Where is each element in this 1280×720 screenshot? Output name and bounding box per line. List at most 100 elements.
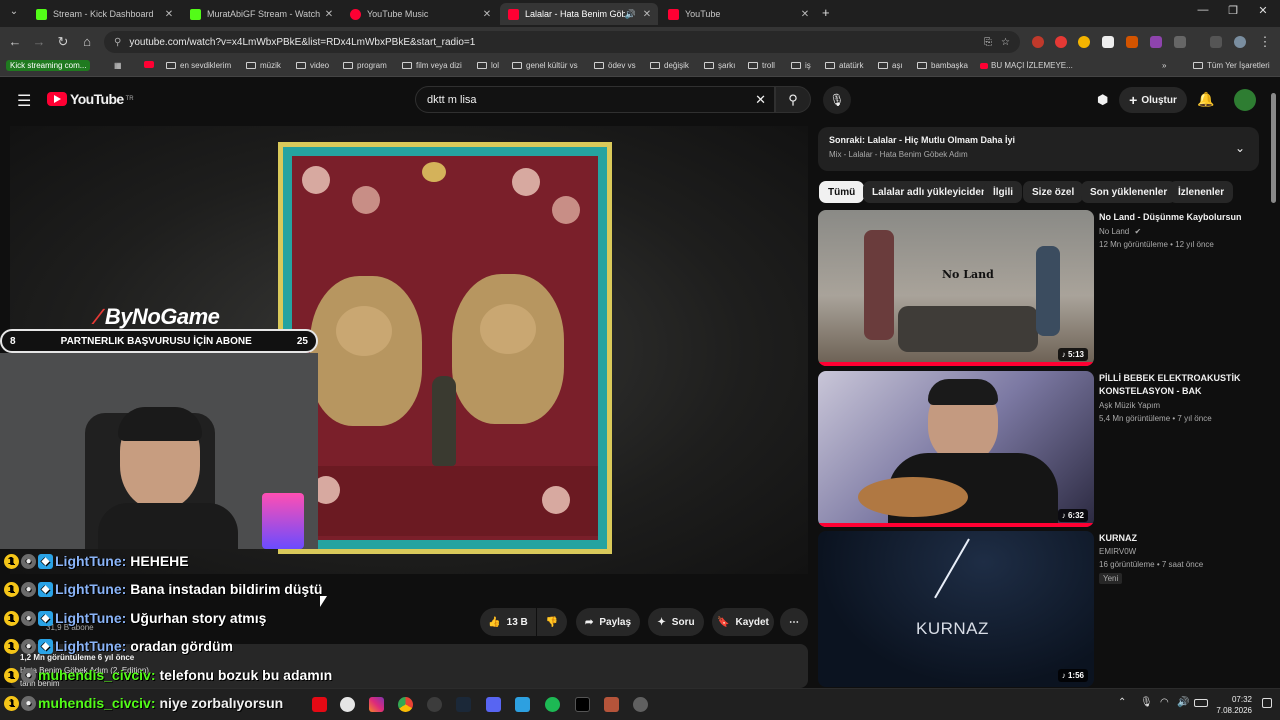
like-button[interactable]: 👍 13 B (480, 608, 536, 636)
wifi-icon[interactable]: ◠ (1160, 697, 1169, 708)
bookmark-folder[interactable]: aşı (878, 61, 903, 70)
microphone-tray-icon[interactable]: 🎙 (1140, 697, 1153, 708)
tray-chevron-icon[interactable]: ⌃ (1118, 697, 1126, 708)
extension-icon[interactable] (1055, 36, 1067, 48)
video-thumbnail[interactable]: ♪ 6:32 (818, 371, 1094, 527)
app-icon[interactable] (604, 697, 619, 712)
video-thumbnail[interactable]: KURNAZ ♪ 1:56 (818, 531, 1094, 687)
discord-icon[interactable] (486, 697, 501, 712)
window-close-button[interactable]: ✕ (1248, 4, 1278, 17)
bookmark-folder[interactable]: troll (748, 61, 775, 70)
chip-for-you[interactable]: Size özel (1023, 181, 1084, 203)
x-icon[interactable] (575, 697, 590, 712)
bookmark-folder[interactable]: şarkı (704, 61, 735, 70)
home-button[interactable]: ⌂ (78, 34, 96, 49)
bookmark-folder[interactable]: iş (791, 61, 811, 70)
battery-icon[interactable] (1194, 699, 1208, 707)
bookmark-folder[interactable]: lol (477, 61, 499, 70)
reload-button[interactable]: ↻ (54, 34, 72, 50)
ask-button[interactable]: ✦ Soru (648, 608, 704, 636)
chip-from-uploader[interactable]: Lalalar adlı yükleyiciden (863, 181, 997, 203)
chip-watched[interactable]: İzlenenler (1169, 181, 1234, 203)
clock-date[interactable]: 7.08.2026 (1212, 706, 1252, 715)
new-tab-button[interactable]: + (822, 5, 830, 20)
bookmarks-overflow-icon[interactable]: » (1162, 61, 1166, 70)
close-icon[interactable]: ✕ (798, 9, 812, 20)
close-icon[interactable]: ✕ (322, 9, 336, 20)
cast-icon[interactable]: ⬢ (1097, 92, 1108, 108)
bookmark-folder[interactable]: en sevdiklerim (166, 61, 231, 70)
video-title[interactable]: PİLLİ BEBEK ELEKTROAKUSTİK KONSTELASYON … (1099, 372, 1249, 398)
share-button[interactable]: ➦ Paylaş (576, 608, 640, 636)
address-bar[interactable]: ⚲ youtube.com/watch?v=x4LmWbxPBkE&list=R… (104, 31, 1020, 53)
save-button[interactable]: 🔖 Kaydet (712, 608, 774, 636)
channel-name[interactable]: No Land ✔ (1099, 227, 1259, 236)
chrome-icon[interactable] (398, 697, 413, 712)
extension-icon[interactable] (1102, 36, 1114, 48)
dislike-button[interactable]: 👎 (537, 608, 567, 636)
bookmark-folder[interactable]: video (296, 61, 329, 70)
instagram-icon[interactable] (369, 697, 384, 712)
chip-all[interactable]: Tümü (819, 181, 865, 203)
tab-youtube-music[interactable]: YouTube Music ✕ (342, 3, 498, 25)
extension-icon[interactable] (1078, 36, 1090, 48)
video-title[interactable]: No Land - Düşünme Kaybolursun (1099, 211, 1249, 224)
bookmark-folder[interactable]: değişik (650, 61, 689, 70)
hamburger-menu-icon[interactable]: ☰ (17, 91, 31, 111)
chip-recent[interactable]: Son yüklenenler (1081, 181, 1177, 203)
spotify-icon[interactable] (545, 697, 560, 712)
clear-search-icon[interactable]: ✕ (755, 92, 766, 108)
notifications-bell-icon[interactable]: 🔔 (1197, 91, 1214, 108)
forward-button[interactable]: → (30, 34, 48, 49)
account-avatar[interactable] (1234, 89, 1256, 111)
close-icon[interactable]: ✕ (480, 9, 494, 20)
back-button[interactable]: ← (6, 34, 24, 49)
extension-icon[interactable] (1126, 36, 1138, 48)
settings-icon[interactable] (633, 697, 648, 712)
puzzle-icon[interactable] (1174, 36, 1186, 48)
volume-icon[interactable]: 🔊 (1177, 697, 1189, 708)
up-next-panel[interactable]: Sonraki: Lalalar - Hiç Mutlu Olmam Daha … (818, 127, 1259, 171)
video-thumbnail[interactable]: No Land ♪ 5:13 (818, 210, 1094, 366)
bookmark-kick[interactable]: Kick streaming com... (6, 60, 91, 71)
bookmark-bu-maci[interactable]: BU MAÇI İZLEMEYE... (980, 61, 1073, 70)
extension-icon[interactable] (1032, 36, 1044, 48)
profile-avatar[interactable] (1234, 36, 1246, 48)
more-actions-button[interactable]: ⋯ (780, 608, 808, 636)
speaker-icon[interactable]: 🔊 (625, 9, 636, 20)
notepad-icon[interactable] (515, 697, 530, 712)
tab-youtube[interactable]: YouTube ✕ (660, 3, 816, 25)
chip-related[interactable]: İlgili (984, 181, 1022, 203)
clock-time[interactable]: 07:32 (1226, 695, 1252, 704)
voice-search-button[interactable]: 🎙 (823, 86, 851, 114)
search-input[interactable]: dktt m lisa ✕ (415, 86, 775, 113)
netflix-icon[interactable] (312, 697, 327, 712)
tab-kick-dashboard[interactable]: Stream - Kick Dashboard ✕ (28, 3, 180, 25)
bookmark-folder[interactable]: ödev vs (594, 61, 636, 70)
apps-grid-icon[interactable]: ▦ (114, 61, 122, 70)
tab-muratabigf-stream[interactable]: MuratAbiGF Stream - Watch Live ✕ (182, 3, 340, 25)
bookmark-all[interactable]: Tüm Yer İşaretleri (1193, 61, 1270, 70)
youtube-logo[interactable]: YouTube TR (47, 91, 134, 107)
tab-lalalar-active[interactable]: Lalalar - Hata Benim Göbek Adım 🔊 ✕ (500, 3, 658, 25)
steam-icon[interactable] (456, 697, 471, 712)
obs-icon[interactable] (427, 697, 442, 712)
close-icon[interactable]: ✕ (640, 9, 654, 20)
search-button[interactable]: ⚲ (775, 86, 811, 113)
page-scrollbar[interactable] (1270, 85, 1277, 685)
maximize-button[interactable]: ❐ (1218, 4, 1248, 17)
reading-list-icon[interactable] (1210, 36, 1222, 48)
bookmark-folder[interactable]: bambaşka (917, 61, 968, 70)
tab-search-icon[interactable]: ⌄ (6, 6, 22, 22)
channel-name[interactable]: Aşk Müzik Yapım (1099, 401, 1259, 410)
extension-icon[interactable] (1150, 36, 1162, 48)
bookmark-folder[interactable]: genel kültür vs (512, 61, 578, 70)
youtube-bookmark-icon[interactable] (144, 61, 154, 68)
bookmark-folder[interactable]: film veya dizi (402, 61, 462, 70)
bookmark-folder[interactable]: atatürk (825, 61, 863, 70)
channel-name[interactable]: EMIRV0W (1099, 547, 1259, 556)
close-icon[interactable]: ✕ (162, 9, 176, 20)
site-info-icon[interactable]: ⚲ (114, 37, 121, 48)
bookmark-folder[interactable]: müzik (246, 61, 281, 70)
bookmark-folder[interactable]: program (343, 61, 387, 70)
